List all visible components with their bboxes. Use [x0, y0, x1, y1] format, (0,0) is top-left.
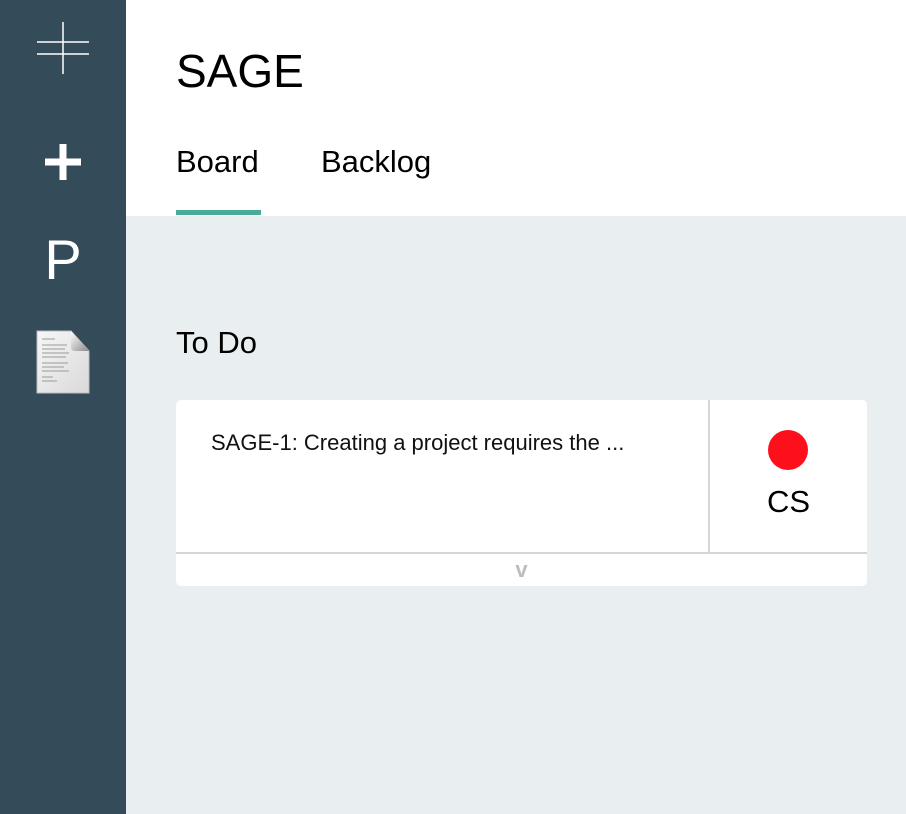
status-dot-icon [768, 430, 808, 470]
project-letter: P [44, 228, 82, 291]
column-title-todo: To Do [176, 325, 257, 360]
assignee-initials: CS [766, 484, 811, 519]
sidebar: P [0, 0, 126, 814]
tab-board[interactable]: Board [176, 146, 259, 177]
header: SAGE Board Backlog [126, 0, 906, 216]
app: P SAGE Board Backlog To Do SAGE-1: Creat… [0, 0, 906, 814]
crosshair-logo-icon[interactable] [0, 18, 126, 78]
issue-card[interactable]: SAGE-1: Creating a project requires the … [176, 400, 867, 586]
tab-backlog[interactable]: Backlog [321, 146, 431, 177]
card-summary-area[interactable]: SAGE-1: Creating a project requires the … [176, 400, 710, 554]
expand-card-button[interactable]: v [176, 554, 867, 586]
page-title: SAGE [176, 45, 304, 97]
card-summary: SAGE-1: Creating a project requires the … [211, 430, 625, 455]
plus-icon[interactable] [0, 133, 126, 191]
card-assignee-area: CS [710, 400, 867, 554]
project-button[interactable]: P [0, 228, 126, 292]
active-tab-indicator [176, 210, 261, 215]
document-icon[interactable] [0, 328, 126, 396]
